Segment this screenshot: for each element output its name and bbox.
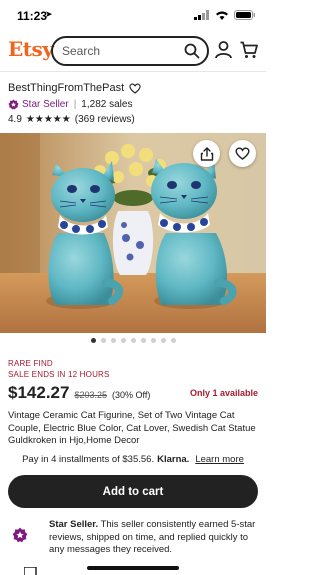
header-divider — [0, 71, 266, 72]
search-input[interactable]: Search — [51, 36, 209, 66]
rating-value: 4.9 — [8, 114, 22, 125]
cart-icon[interactable] — [240, 41, 258, 59]
carousel-dot[interactable] — [110, 338, 116, 343]
app-header: Etsy Search — [0, 32, 266, 70]
heart-icon — [235, 147, 250, 160]
installments-row: Pay in 4 installments of $35.56. Klarna.… — [0, 454, 266, 465]
share-icon — [200, 146, 213, 161]
shop-name-link[interactable]: BestThingFromThePast — [8, 82, 124, 94]
carousel-dot[interactable] — [160, 338, 166, 343]
listing-title: Vintage Ceramic Cat Figurine, Set of Two… — [8, 410, 256, 446]
add-to-cart-button[interactable]: Add to cart — [8, 475, 258, 508]
carousel-dot[interactable] — [130, 338, 136, 343]
sale-price: $142.27 — [8, 383, 70, 402]
status-icons — [194, 10, 256, 20]
price-row: $142.27 $203.25 (30% Off) — [8, 383, 150, 403]
carousel-dot[interactable] — [120, 338, 126, 343]
shop-name-row: BestThingFromThePast — [8, 82, 141, 94]
carousel-dot[interactable] — [140, 338, 146, 343]
status-bar: 11:23 ➤ — [0, 0, 266, 30]
sale-ends-label: SALE ENDS IN 12 HOURS — [8, 370, 110, 379]
signal-icon — [194, 10, 209, 20]
rating-stars-icon: ★★★★★ — [25, 114, 71, 125]
carousel-dot[interactable] — [90, 338, 96, 343]
installments-text: Pay in 4 installments of $35.56. — [22, 454, 155, 465]
rare-find-label: RARE FIND — [8, 359, 53, 368]
product-photo-illustration — [0, 133, 266, 333]
star-seller-badge-icon — [8, 99, 19, 110]
product-image[interactable] — [0, 133, 266, 333]
carousel-dots[interactable] — [0, 338, 266, 343]
favorite-button[interactable] — [229, 140, 256, 167]
carousel-dot[interactable] — [170, 338, 176, 343]
learn-more-link[interactable]: Learn more — [195, 454, 244, 465]
rating-row[interactable]: 4.9 ★★★★★ (369 reviews) — [8, 114, 135, 125]
share-button[interactable] — [193, 140, 220, 167]
separator: | — [73, 99, 77, 110]
review-count: (369 reviews) — [74, 114, 135, 125]
home-indicator — [87, 566, 179, 570]
follow-shop-heart-icon[interactable] — [129, 83, 141, 94]
etsy-logo[interactable]: Etsy — [8, 37, 54, 61]
battery-icon — [234, 10, 255, 20]
wifi-icon — [216, 11, 228, 20]
carousel-dot[interactable] — [150, 338, 156, 343]
seller-row: Star Seller | 1,282 sales — [8, 99, 132, 110]
location-icon: ➤ — [45, 9, 53, 19]
original-price: $203.25 — [74, 390, 107, 400]
carousel-dot[interactable] — [100, 338, 106, 343]
discount-percent: (30% Off) — [112, 390, 151, 400]
star-seller-badge-icon — [12, 527, 28, 543]
star-seller-description: Star Seller. This seller consistently ea… — [49, 519, 261, 557]
star-seller-heading: Star Seller. — [49, 519, 99, 530]
status-time: 11:23 — [17, 9, 48, 23]
document-icon — [24, 567, 37, 575]
search-icon[interactable] — [184, 43, 200, 59]
star-seller-label[interactable]: Star Seller — [22, 99, 69, 110]
account-icon[interactable] — [215, 41, 232, 59]
klarna-logo: Klarna. — [157, 454, 190, 465]
availability-label: Only 1 available — [189, 388, 258, 398]
search-placeholder: Search — [62, 44, 101, 58]
sales-count: 1,282 sales — [81, 99, 133, 110]
